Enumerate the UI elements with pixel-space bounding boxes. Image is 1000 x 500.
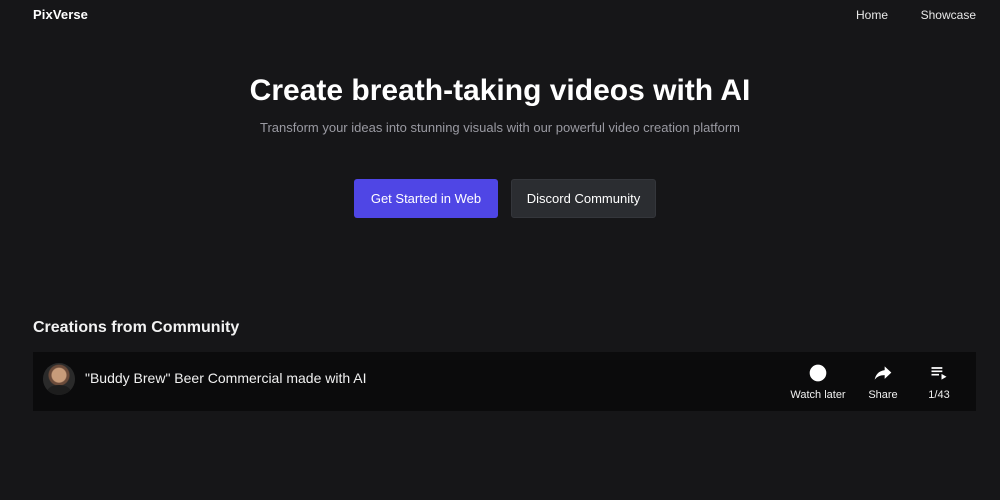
hero-subtitle: Transform your ideas into stunning visua… — [259, 120, 741, 135]
get-started-button[interactable]: Get Started in Web — [354, 179, 498, 218]
share-arrow-icon — [874, 366, 892, 380]
brand-logo[interactable]: PixVerse — [33, 7, 88, 22]
watch-later-button[interactable]: Watch later — [787, 363, 849, 403]
video-embed-bar[interactable]: "Buddy Brew" Beer Commercial made with A… — [33, 352, 976, 411]
clock-icon — [809, 364, 827, 382]
channel-avatar[interactable] — [43, 363, 75, 395]
nav-home-link[interactable]: Home — [856, 8, 888, 22]
hero-title: Create breath-taking videos with AI — [249, 74, 751, 107]
playlist-icon — [931, 367, 947, 380]
share-button[interactable]: Share — [863, 363, 903, 403]
playlist-position: 1/43 — [928, 389, 950, 401]
watch-later-label: Watch later — [790, 389, 846, 401]
discord-community-button[interactable]: Discord Community — [511, 179, 656, 218]
playlist-button[interactable]: 1/43 — [921, 363, 957, 403]
share-label: Share — [868, 389, 898, 401]
nav-showcase-link[interactable]: Showcase — [921, 8, 976, 22]
video-title[interactable]: "Buddy Brew" Beer Commercial made with A… — [85, 370, 367, 386]
page: PixVerse Home Showcase Create breath-tak… — [0, 0, 1000, 500]
community-section-title: Creations from Community — [33, 319, 240, 336]
